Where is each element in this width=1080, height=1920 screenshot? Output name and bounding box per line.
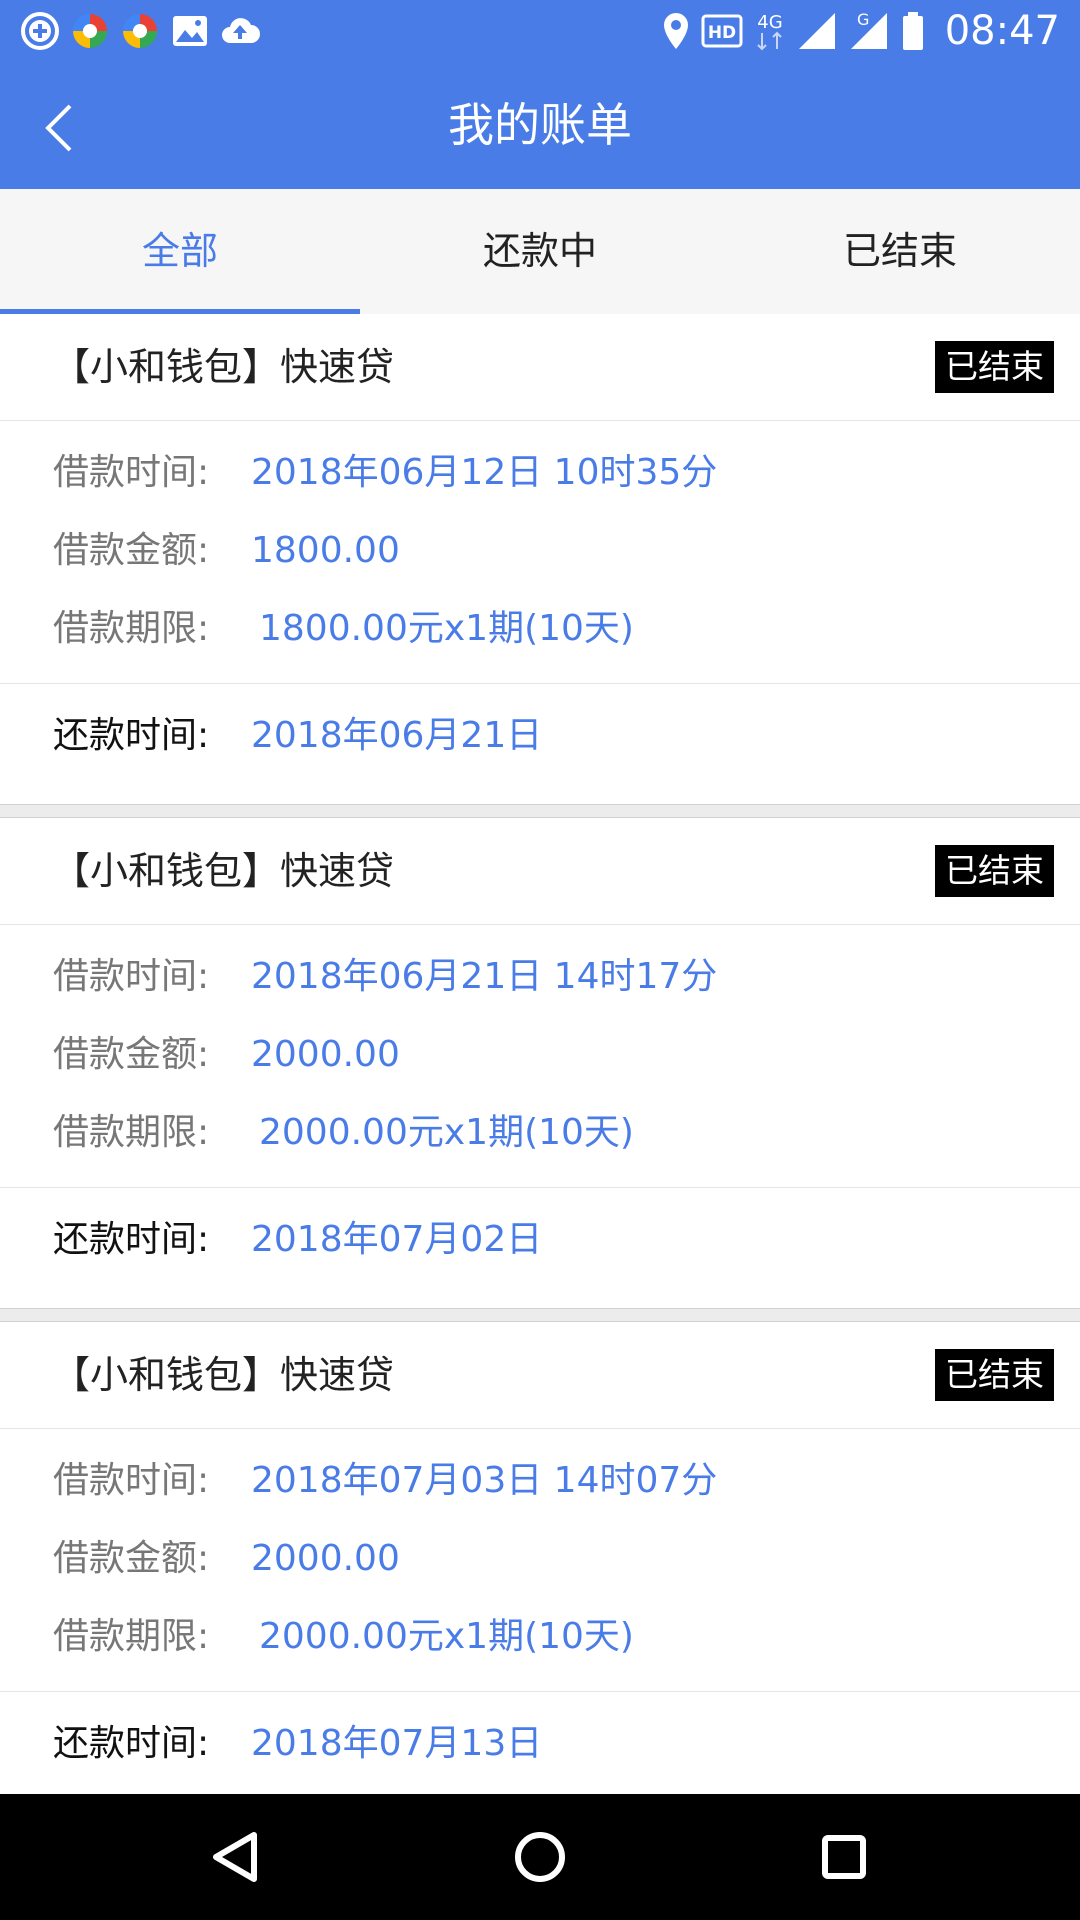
- bill-footer: 还款时间: 2018年06月21日: [0, 684, 1080, 789]
- repay-time-label: 还款时间:: [53, 1723, 210, 1764]
- signal-g-icon: G: [849, 10, 891, 51]
- borrow-time-row: 借款时间: 2018年06月12日 10时35分: [53, 443, 717, 503]
- repay-time-value: 2018年06月21日: [251, 715, 543, 756]
- amount-label: 借款金额:: [53, 1538, 210, 1579]
- back-triangle-icon: [213, 1832, 257, 1882]
- hd-icon: HD: [701, 11, 743, 51]
- bill-title: 【小和钱包】快速贷: [52, 849, 395, 893]
- status-time: 08:47: [944, 8, 1060, 54]
- battery-icon: [901, 11, 925, 51]
- bill-card-header: 【小和钱包】快速贷 已结束: [0, 818, 1080, 925]
- repay-time-value: 2018年07月02日: [251, 1219, 543, 1260]
- cloud-upload-icon: [220, 11, 260, 51]
- term-row: 借款期限: 2000.00元x1期(10天): [53, 1103, 634, 1163]
- borrow-time-label: 借款时间:: [53, 1460, 210, 1501]
- borrow-time-label: 借款时间:: [53, 956, 210, 997]
- network-4g-icon: 4G: [753, 11, 787, 51]
- status-bar-right: HD 4G G 08:47: [661, 6, 1060, 56]
- bill-card[interactable]: 【小和钱包】快速贷 已结束 借款时间: 2018年06月12日 10时35分 借款…: [0, 314, 1080, 804]
- bill-card-header: 【小和钱包】快速贷 已结束: [0, 314, 1080, 421]
- amount-label: 借款金额:: [53, 530, 210, 571]
- borrow-time-row: 借款时间: 2018年06月21日 14时17分: [53, 947, 717, 1007]
- tab-repaying[interactable]: 还款中: [360, 189, 720, 314]
- home-circle-icon: [515, 1832, 565, 1882]
- repay-time-label: 还款时间:: [53, 1219, 210, 1260]
- bill-details: 借款时间: 2018年06月12日 10时35分 借款金额: 1800.00 借款期…: [0, 421, 1080, 684]
- page-title: 我的账单: [448, 98, 632, 152]
- borrow-time-label: 借款时间:: [53, 452, 210, 493]
- tab-all[interactable]: 全部: [0, 189, 360, 314]
- bill-card[interactable]: 【小和钱包】快速贷 已结束 借款时间: 2018年07月03日 14时07分 借款…: [0, 1322, 1080, 1812]
- borrow-time-row: 借款时间: 2018年07月03日 14时07分: [53, 1451, 717, 1511]
- app-colorful-icon: [120, 11, 160, 51]
- amount-value: 2000.00: [251, 1034, 400, 1075]
- bill-footer: 还款时间: 2018年07月13日: [0, 1692, 1080, 1797]
- amount-label: 借款金额:: [53, 1034, 210, 1075]
- bill-details: 借款时间: 2018年07月03日 14时07分 借款金额: 2000.00 借款期…: [0, 1429, 1080, 1692]
- app-header: 我的账单: [0, 62, 1080, 189]
- signal-icon: [797, 11, 839, 51]
- status-badge: 已结束: [935, 845, 1054, 897]
- tab-finished[interactable]: 已结束: [720, 189, 1080, 314]
- bill-footer: 还款时间: 2018年07月02日: [0, 1188, 1080, 1293]
- term-value: 2000.00元x1期(10天): [259, 1616, 634, 1657]
- card-separator: [0, 804, 1080, 818]
- repay-time-label: 还款时间:: [53, 715, 210, 756]
- status-badge: 已结束: [935, 341, 1054, 393]
- status-badge: 已结束: [935, 1349, 1054, 1401]
- repay-time-row: 还款时间: 2018年07月02日: [53, 1210, 542, 1270]
- add-circle-icon: [20, 11, 60, 51]
- borrow-time-value: 2018年07月03日 14时07分: [251, 1460, 718, 1501]
- bill-details: 借款时间: 2018年06月21日 14时17分 借款金额: 2000.00 借款期…: [0, 925, 1080, 1188]
- bill-list: 【小和钱包】快速贷 已结束 借款时间: 2018年06月12日 10时35分 借款…: [0, 314, 1080, 1826]
- term-label: 借款期限:: [53, 1112, 210, 1153]
- image-icon: [170, 11, 210, 51]
- system-nav-bar: [0, 1794, 1080, 1920]
- term-label: 借款期限:: [53, 1616, 210, 1657]
- location-icon: [661, 11, 691, 51]
- status-bar-left: [20, 11, 270, 51]
- borrow-time-value: 2018年06月12日 10时35分: [251, 452, 718, 493]
- bill-title: 【小和钱包】快速贷: [52, 345, 395, 389]
- tab-bar: 全部 还款中 已结束: [0, 189, 1080, 314]
- bill-card[interactable]: 【小和钱包】快速贷 已结束 借款时间: 2018年06月21日 14时17分 借款…: [0, 818, 1080, 1308]
- svg-text:HD: HD: [708, 23, 736, 43]
- card-separator: [0, 1308, 1080, 1322]
- bill-card-header: 【小和钱包】快速贷 已结束: [0, 1322, 1080, 1429]
- svg-text:G: G: [857, 11, 869, 29]
- amount-value: 1800.00: [251, 530, 400, 571]
- amount-row: 借款金额: 2000.00: [53, 1025, 400, 1085]
- term-label: 借款期限:: [53, 608, 210, 649]
- term-value: 1800.00元x1期(10天): [259, 608, 634, 649]
- amount-value: 2000.00: [251, 1538, 400, 1579]
- amount-row: 借款金额: 2000.00: [53, 1529, 400, 1589]
- term-value: 2000.00元x1期(10天): [259, 1112, 634, 1153]
- nav-recents-button[interactable]: [804, 1817, 884, 1897]
- repay-time-row: 还款时间: 2018年06月21日: [53, 706, 542, 766]
- status-bar: HD 4G G 08:47: [0, 0, 1080, 62]
- nav-home-button[interactable]: [500, 1817, 580, 1897]
- recents-square-icon: [822, 1835, 866, 1879]
- amount-row: 借款金额: 1800.00: [53, 521, 400, 581]
- repay-time-value: 2018年07月13日: [251, 1723, 543, 1764]
- repay-time-row: 还款时间: 2018年07月13日: [53, 1714, 542, 1774]
- term-row: 借款期限: 1800.00元x1期(10天): [53, 599, 634, 659]
- app-colorful-icon: [70, 11, 110, 51]
- svg-text:4G: 4G: [757, 12, 782, 33]
- borrow-time-value: 2018年06月21日 14时17分: [251, 956, 718, 997]
- bill-title: 【小和钱包】快速贷: [52, 1353, 395, 1397]
- nav-back-button[interactable]: [196, 1817, 276, 1897]
- term-row: 借款期限: 2000.00元x1期(10天): [53, 1607, 634, 1667]
